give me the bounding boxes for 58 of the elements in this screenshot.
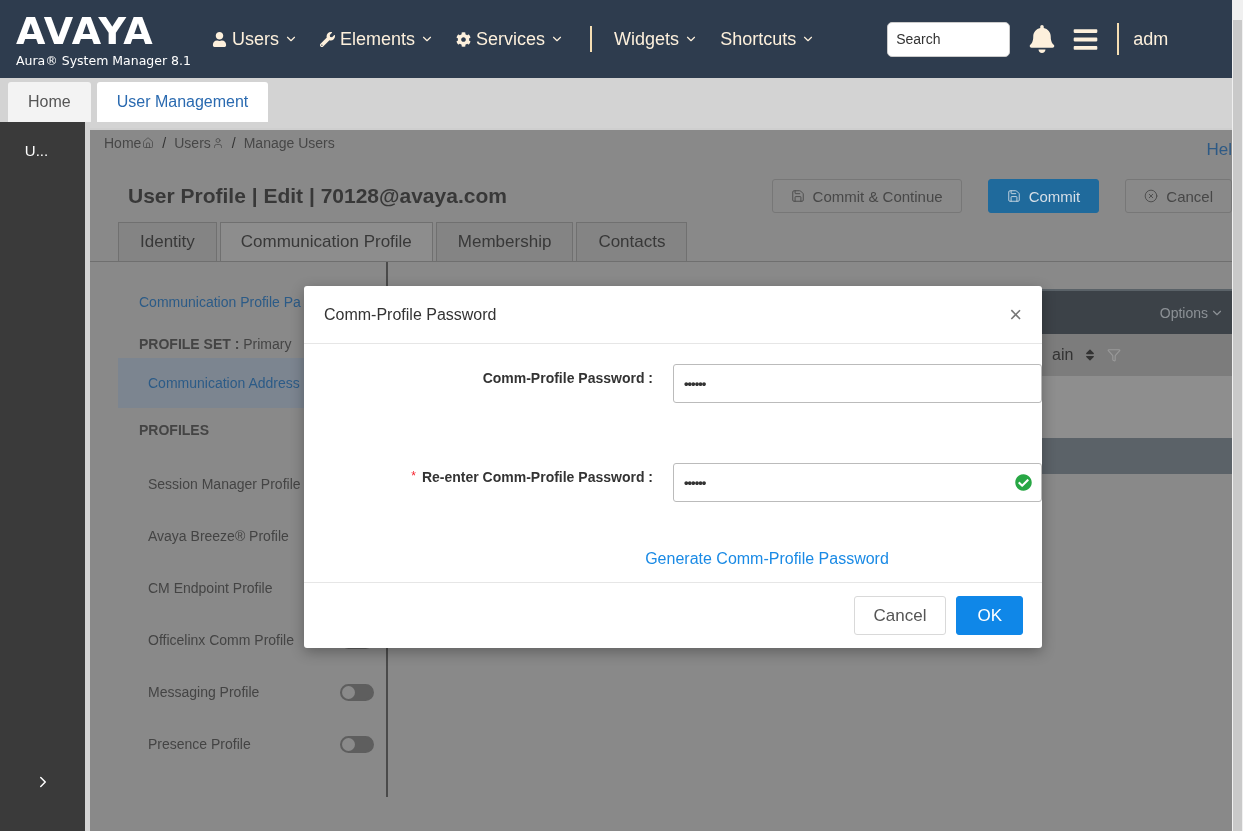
password-field[interactable]: •••••• [673,364,1042,403]
breadcrumb-link[interactable]: Users [174,135,224,151]
house-icon [142,137,155,149]
close-button[interactable]: × [1009,301,1022,328]
toggle-switch[interactable] [340,683,374,701]
generate-link[interactable]: Generate Comm-Profile Password [645,550,889,568]
person-icon [211,137,224,149]
breadcrumb-link[interactable]: Home [104,135,155,151]
page-title: User Profile | Edit | 70128@avaya.com [128,184,508,208]
tab[interactable]: Contacts [576,222,688,261]
profile-name: CM Endpoint Profile [148,580,273,596]
separator: / [231,135,236,151]
help-link[interactable]: Hel [1206,140,1232,160]
gear-icon [456,31,472,47]
user-menu[interactable]: adm [1133,28,1169,50]
nav-menu[interactable]: Widgets [614,28,699,50]
toggle-switch[interactable] [340,735,374,753]
nav-menu[interactable]: Shortcuts [720,28,816,50]
separator: / [162,135,167,151]
profile-name: Avaya Breeze® Profile [148,528,289,544]
divider [590,26,593,52]
bell-icon[interactable] [1028,25,1057,53]
profile-name: Session Manager Profile [148,476,301,492]
tab[interactable]: Communication Profile [219,222,433,261]
nav-menu[interactable]: Services [456,28,565,50]
app-tab[interactable]: Home [8,82,91,122]
field-label: Comm-Profile Password : [481,369,653,388]
person-icon [212,31,227,47]
dialog-title: Comm-Profile Password [324,305,497,324]
action-button[interactable]: Cancel [1125,179,1232,213]
options-menu[interactable]: Options [1159,304,1224,321]
search-field[interactable]: Search [887,21,1011,57]
nav-menu[interactable]: Users [212,28,298,50]
action-button[interactable]: Commit [987,179,1100,213]
tab[interactable]: Identity [118,222,217,261]
logo: AVAYA [16,10,155,51]
section-heading: PROFILES [138,422,210,436]
product-name: Aura® System Manager 8.1 [16,52,192,68]
wrench-icon [320,31,335,47]
tab[interactable]: Membership [435,222,574,261]
scrollbar[interactable] [1232,0,1243,831]
check-icon [1015,474,1032,491]
field-label: * Re-enter Comm-Profile Password : [410,468,653,487]
app-tab[interactable]: User Management [96,82,269,122]
nav-menu[interactable]: Elements [320,28,435,50]
profile-name: Officelinx Comm Profile [148,632,294,648]
action-button[interactable]: Commit & Continue [771,179,962,213]
column-header[interactable]: ain [1052,346,1074,364]
profile-set: PROFILE SET : Primary [138,336,293,352]
circle-x-icon [1144,189,1159,203]
profile-name: Presence Profile [148,736,251,752]
dialog-button[interactable]: OK [956,596,1023,635]
divider [1117,23,1120,55]
sidebar-item[interactable]: U... [24,142,49,159]
profile-name: Messaging Profile [148,684,260,700]
dialog-button[interactable]: Cancel [853,596,947,635]
breadcrumb-link[interactable]: Manage Users [243,135,335,151]
password-field[interactable]: •••••• [673,463,1042,502]
